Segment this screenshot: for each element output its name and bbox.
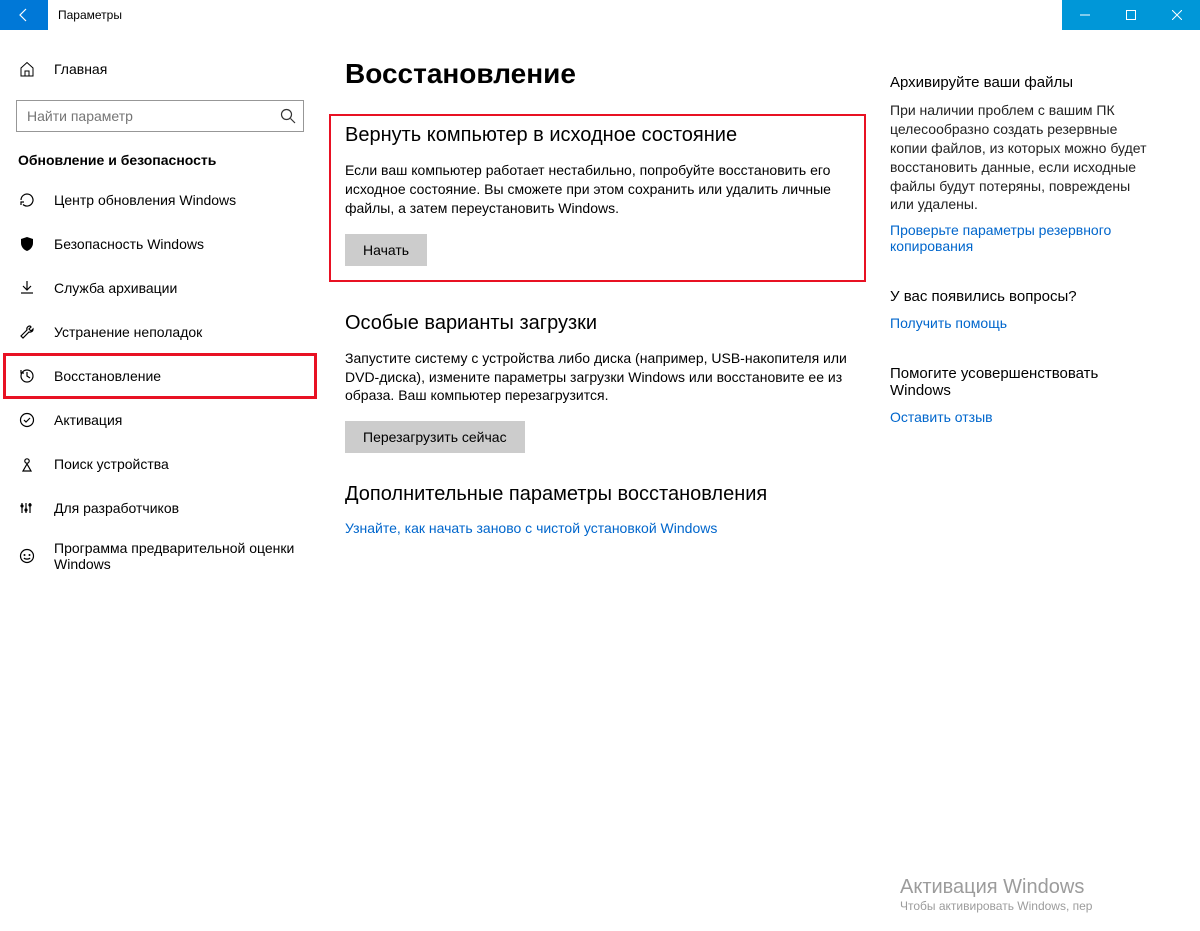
aside-feedback-link[interactable]: Оставить отзыв: [890, 409, 993, 425]
search-field[interactable]: [16, 100, 304, 132]
home-icon: [18, 61, 36, 77]
sidebar-group-title: Обновление и безопасность: [4, 152, 316, 178]
sidebar-item-insider[interactable]: Программа предварительной оценки Windows: [4, 530, 316, 582]
sidebar-item-label: Для разработчиков: [54, 500, 316, 516]
sidebar-item-label: Программа предварительной оценки Windows: [54, 540, 316, 572]
content: Восстановление Вернуть компьютер в исход…: [320, 30, 890, 931]
aside-help-link[interactable]: Получить помощь: [890, 315, 1007, 331]
advanced-startup-description: Запустите систему с устройства либо диск…: [345, 349, 850, 406]
backup-icon: [18, 280, 36, 296]
watermark-line2: Чтобы активировать Windows, пер: [900, 899, 1160, 913]
aside-backup-link[interactable]: Проверьте параметры резервного копирован…: [890, 222, 1150, 254]
shield-icon: [18, 236, 36, 252]
aside-backup-desc: При наличии проблем с вашим ПК целесообр…: [890, 101, 1150, 214]
more-recovery-heading: Дополнительные параметры восстановления: [345, 483, 850, 506]
window-title: Параметры: [48, 8, 122, 22]
reset-description: Если ваш компьютер работает нестабильно,…: [345, 161, 850, 218]
sidebar-item-label: Восстановление: [54, 368, 316, 384]
fresh-start-link[interactable]: Узнайте, как начать заново с чистой уста…: [345, 520, 717, 536]
maximize-button[interactable]: [1108, 0, 1154, 30]
titlebar: Параметры: [0, 0, 1200, 30]
sidebar-item-troubleshoot[interactable]: Устранение неполадок: [4, 310, 316, 354]
sidebar-item-home[interactable]: Главная: [4, 50, 316, 88]
page-title: Восстановление: [345, 58, 850, 90]
aside-backup-block: Архивируйте ваши файлы При наличии пробл…: [890, 74, 1150, 254]
wrench-icon: [18, 324, 36, 340]
update-icon: [18, 192, 36, 208]
minimize-button[interactable]: [1062, 0, 1108, 30]
developers-icon: [18, 500, 36, 516]
restart-now-button[interactable]: Перезагрузить сейчас: [345, 421, 525, 453]
check-icon: [18, 412, 36, 428]
search-icon: [280, 108, 296, 124]
sidebar-item-label: Устранение неполадок: [54, 324, 316, 340]
aside-questions-heading: У вас появились вопросы?: [890, 288, 1150, 305]
body: Главная Обновление и безопасность Центр …: [0, 30, 1200, 931]
watermark-line1: Активация Windows: [900, 876, 1160, 899]
sidebar-item-label: Служба архивации: [54, 280, 316, 296]
sidebar-item-activation[interactable]: Активация: [4, 398, 316, 442]
activation-watermark: Активация Windows Чтобы активировать Win…: [900, 876, 1160, 913]
sidebar-item-label: Безопасность Windows: [54, 236, 316, 252]
reset-heading: Вернуть компьютер в исходное состояние: [345, 124, 850, 147]
sidebar-item-recovery[interactable]: Восстановление: [4, 354, 316, 398]
sidebar-item-label: Активация: [54, 412, 316, 428]
aside-questions-block: У вас появились вопросы? Получить помощь: [890, 288, 1150, 331]
main: Восстановление Вернуть компьютер в исход…: [320, 30, 1200, 931]
aside-feedback-block: Помогите усовершенствовать Windows Остав…: [890, 365, 1150, 425]
advanced-startup-heading: Особые варианты загрузки: [345, 312, 850, 335]
settings-window: Параметры Главная: [0, 0, 1200, 931]
reset-start-button[interactable]: Начать: [345, 234, 427, 266]
find-device-icon: [18, 456, 36, 472]
aside-backup-heading: Архивируйте ваши файлы: [890, 74, 1150, 91]
sidebar-item-developers[interactable]: Для разработчиков: [4, 486, 316, 530]
more-recovery-section: Дополнительные параметры восстановления …: [345, 483, 850, 536]
close-button[interactable]: [1154, 0, 1200, 30]
sidebar-item-label: Поиск устройства: [54, 456, 316, 472]
sidebar-item-find-device[interactable]: Поиск устройства: [4, 442, 316, 486]
home-label: Главная: [54, 61, 107, 77]
sidebar-item-windows-update[interactable]: Центр обновления Windows: [4, 178, 316, 222]
insider-icon: [18, 548, 36, 564]
back-button[interactable]: [0, 0, 48, 30]
sidebar-item-backup[interactable]: Служба архивации: [4, 266, 316, 310]
sidebar-item-security[interactable]: Безопасность Windows: [4, 222, 316, 266]
sidebar: Главная Обновление и безопасность Центр …: [0, 30, 320, 931]
advanced-startup-section: Особые варианты загрузки Запустите систе…: [345, 312, 850, 454]
window-controls: [1062, 0, 1200, 30]
aside: Архивируйте ваши файлы При наличии пробл…: [890, 30, 1150, 931]
reset-pc-section: Вернуть компьютер в исходное состояние Е…: [329, 114, 866, 282]
sidebar-nav: Центр обновления Windows Безопасность Wi…: [4, 178, 316, 582]
recovery-icon: [18, 368, 36, 384]
aside-feedback-heading: Помогите усовершенствовать Windows: [890, 365, 1150, 399]
sidebar-item-label: Центр обновления Windows: [54, 192, 316, 208]
search-input[interactable]: [16, 100, 304, 132]
